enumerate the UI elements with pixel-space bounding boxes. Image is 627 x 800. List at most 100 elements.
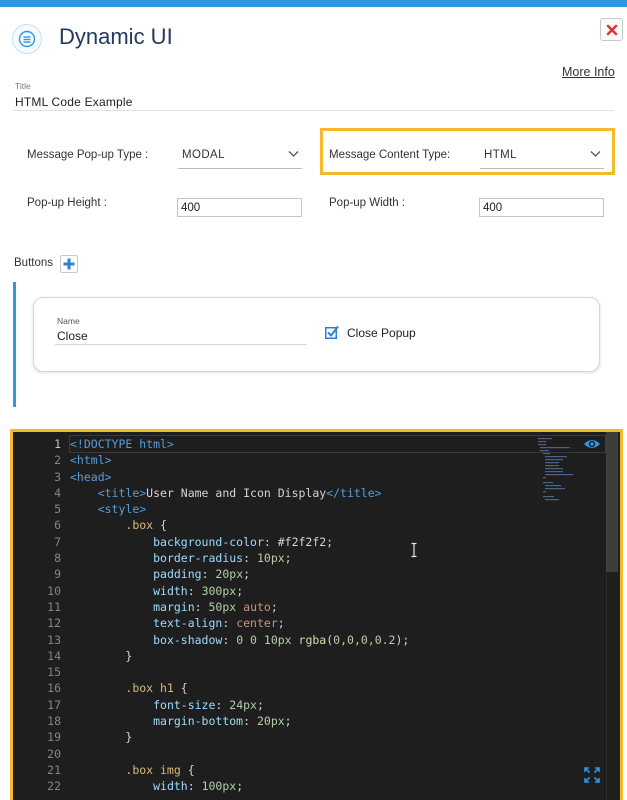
line-number: 13 [47,632,61,647]
code-line: <title>User Name and Icon Display</title… [70,485,605,501]
code-token: center [236,616,278,631]
code-token: ; [270,599,278,614]
code-token: padding [153,567,202,582]
line-number: 11 [47,599,61,614]
code-token: { [173,681,188,696]
buttons-section-accent [13,282,16,407]
code-token: } [70,730,133,745]
popup-height-input[interactable] [177,198,302,217]
title-field-value[interactable]: HTML Code Example [15,95,133,109]
line-number: 16 [47,681,61,696]
code-token: margin [153,599,195,614]
popup-type-value: MODAL [182,149,225,161]
code-token: <!DOCTYPE html> [70,437,174,451]
code-line: <html> [70,452,605,468]
code-token: 20px [215,567,244,582]
code-token: .box img [125,762,181,777]
content-type-select[interactable]: HTML [480,144,604,169]
line-number: 2 [54,453,61,468]
line-number: 21 [47,762,61,777]
title-field-underline [13,110,614,111]
code-line: box-shadow: 0 0 10px rgba(0,0,0,0.2); [70,632,605,648]
code-token: text-align [153,616,223,631]
code-line: <head> [70,469,605,485]
code-line: } [70,729,605,745]
code-line: padding: 20px; [70,566,605,582]
expand-icon[interactable] [584,767,600,783]
eye-icon[interactable] [583,437,601,451]
code-token: : [201,567,216,582]
code-token: : [222,616,237,631]
line-number: 14 [47,648,61,663]
line-number: 4 [54,485,61,500]
code-line: text-align: center; [70,615,605,631]
line-number: 22 [47,779,61,794]
code-token: .box [125,518,154,533]
code-token: : [243,551,257,566]
chevron-down-icon [590,151,601,157]
popup-type-label: Message Pop-up Type : [27,149,149,161]
popup-width-label: Pop-up Width : [329,197,406,209]
line-number: 5 [54,502,61,517]
code-token: User Name and Icon Display [146,485,327,500]
code-line: <!DOCTYPE html> [69,434,606,454]
more-info-link[interactable]: More Info [562,65,615,79]
button-name-label: Name [57,316,80,326]
text-cursor-icon [411,542,417,558]
editor-scroll-thumb[interactable] [606,432,618,572]
code-token: : #f2f2f2; [263,534,334,549]
code-token: margin-bottom [153,714,244,729]
code-token: auto [243,599,271,614]
line-number: 12 [47,616,61,631]
code-token: width [153,583,188,598]
code-token: 24px [229,697,257,712]
code-token: 50px [208,599,237,614]
code-token: ; [256,697,264,712]
code-token: : [194,599,209,614]
buttons-section-label: Buttons [14,257,53,269]
line-number: 17 [47,697,61,712]
code-token: : [187,583,202,598]
add-button-button[interactable] [60,255,78,273]
code-editor[interactable]: 1 2 3 4 5 6 7 8 9 10 11 12 13 14 15 16 17 18 19 20 21 22 <!DO… [13,432,620,800]
line-number: 3 [54,469,61,484]
code-line: width: 100px; [70,778,605,794]
code-token: : [215,697,230,712]
code-line: margin-bottom: 20px; [70,713,605,729]
line-number-gutter: 1 2 3 4 5 6 7 8 9 10 11 12 13 14 15 16 17 18 19 20 21 22 [13,436,61,795]
code-token: ; [236,583,244,598]
chevron-down-icon [288,151,299,157]
code-token: : [222,632,237,647]
popup-type-select[interactable]: MODAL [178,144,302,169]
button-name-input[interactable]: Close [57,329,88,343]
code-line: font-size: 24px; [70,697,605,713]
code-token: .box h1 [125,681,174,696]
code-line: .box h1 { [70,680,605,696]
line-number: 18 [47,714,61,729]
page-title: Dynamic UI [59,24,173,49]
close-button[interactable] [600,18,623,41]
code-line: <style> [70,501,605,517]
line-number: 10 [47,583,61,598]
content-type-label: Message Content Type: [329,149,451,161]
code-line: background-color: #f2f2f2; [70,534,605,550]
list-circle-icon [12,24,42,54]
code-token: 0 0 10px [236,632,292,647]
close-popup-checkbox[interactable] [325,325,339,339]
popup-width-input[interactable] [479,198,604,217]
code-area[interactable]: <!DOCTYPE html> <html> <head> <title>User … [69,434,606,795]
code-token: ; [236,779,244,794]
code-token: font-size [153,697,216,712]
code-token: rgba [298,632,327,647]
